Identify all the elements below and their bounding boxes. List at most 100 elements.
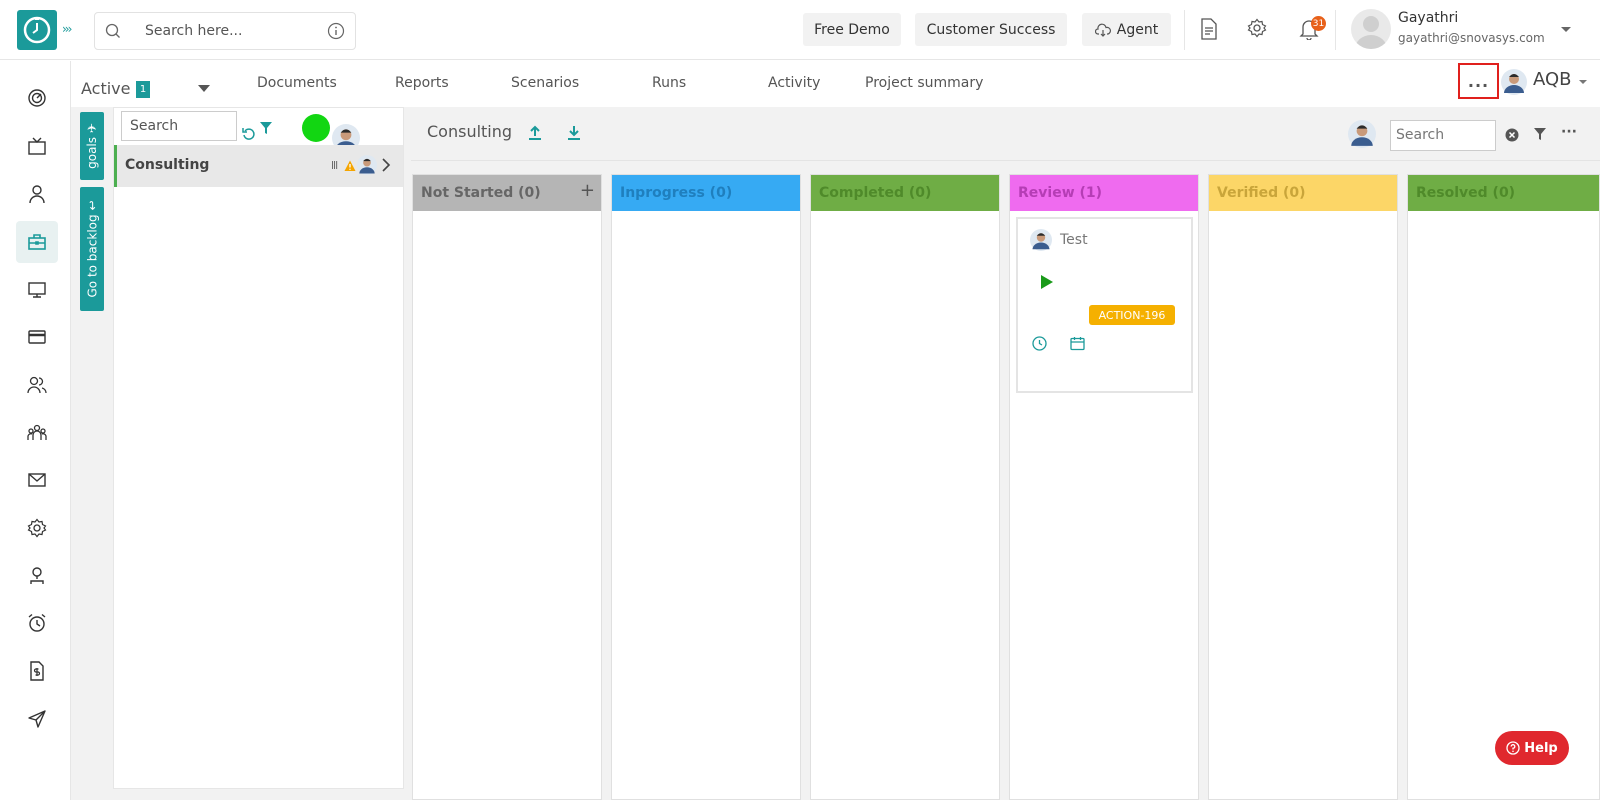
column-title: Not Started (0) <box>421 185 541 201</box>
divider <box>1184 10 1185 50</box>
user-menu-caret-icon[interactable] <box>1561 27 1571 32</box>
clock-icon[interactable] <box>1032 336 1047 355</box>
upload-icon[interactable] <box>527 125 543 145</box>
document-icon[interactable] <box>1199 18 1219 44</box>
nav-team[interactable] <box>16 412 58 454</box>
nav-invoice[interactable] <box>16 650 58 692</box>
monitor-icon <box>28 282 46 298</box>
nav-projects[interactable] <box>16 221 58 263</box>
column-header: Verified (0) <box>1209 175 1397 211</box>
tab-reports[interactable]: Reports <box>395 75 449 91</box>
more-options-button[interactable]: ... <box>1458 63 1499 99</box>
agent-button[interactable]: Agent <box>1082 13 1171 46</box>
goal-owner-avatar <box>357 155 377 179</box>
goal-row[interactable]: Consulting lll <box>114 145 403 187</box>
nav-users[interactable] <box>16 364 58 406</box>
column-title: Completed (0) <box>819 185 932 201</box>
nav-mail[interactable] <box>16 459 58 501</box>
calendar-icon[interactable] <box>1070 336 1085 355</box>
column-resolved: Resolved (0) <box>1407 174 1600 800</box>
goals-side-tab[interactable]: goals ✈ <box>80 112 104 180</box>
cloud-download-icon <box>1094 23 1111 37</box>
search-icon <box>105 23 121 43</box>
nav-tv[interactable] <box>16 125 58 167</box>
project-subnav: Active 1 Documents Reports Scenarios Run… <box>71 61 1600 107</box>
user-name: Gayathri <box>1398 10 1459 26</box>
nav-user[interactable] <box>16 173 58 215</box>
top-bar: ››› Search here... Free Demo Customer Su… <box>0 0 1600 60</box>
column-header: Inprogress (0) <box>612 175 800 211</box>
column-not-started: Not Started (0) + <box>412 174 602 800</box>
card-id-badge[interactable]: ACTION-196 <box>1089 305 1175 325</box>
nav-profile[interactable] <box>16 555 58 597</box>
column-completed: Completed (0) <box>810 174 1000 800</box>
goals-tab-label: goals <box>85 136 99 169</box>
status-dropdown-caret-icon[interactable] <box>198 85 210 92</box>
column-header: Resolved (0) <box>1408 175 1599 211</box>
customer-success-button[interactable]: Customer Success <box>915 13 1067 46</box>
tv-icon <box>28 137 46 155</box>
free-demo-button[interactable]: Free Demo <box>803 13 901 46</box>
board-filter-icon[interactable] <box>1533 126 1547 145</box>
tab-runs[interactable]: Runs <box>652 75 686 91</box>
app-logo[interactable] <box>17 10 57 50</box>
tab-activity[interactable]: Activity <box>768 75 820 91</box>
warning-icon <box>344 157 356 176</box>
help-button[interactable]: Help <box>1495 731 1569 765</box>
add-icon[interactable]: + <box>580 180 595 201</box>
column-title: Inprogress (0) <box>620 185 733 201</box>
nav-monitor[interactable] <box>16 269 58 311</box>
left-navigation <box>0 61 71 800</box>
invoice-icon <box>30 661 44 681</box>
board-user-avatar[interactable] <box>1348 120 1376 152</box>
backlog-side-tab[interactable]: Go to backlog ↩ <box>80 187 104 311</box>
chevron-right-icon[interactable] <box>381 157 391 176</box>
nav-settings[interactable] <box>16 507 58 549</box>
tab-documents[interactable]: Documents <box>257 75 337 91</box>
user-avatar[interactable] <box>1351 9 1391 49</box>
goal-name: Consulting <box>125 157 210 173</box>
expand-menu-icon[interactable]: ››› <box>62 22 73 36</box>
users-icon <box>27 376 47 394</box>
status-filter-label[interactable]: Active <box>81 79 131 98</box>
agent-label: Agent <box>1116 21 1159 38</box>
download-icon[interactable] <box>566 125 582 145</box>
project-avatar <box>1501 69 1527 99</box>
column-inprogress: Inprogress (0) <box>611 174 801 800</box>
divider <box>1335 10 1336 50</box>
board-more-icon[interactable]: ··· <box>1561 124 1577 140</box>
dashboard-icon <box>28 89 46 107</box>
global-search-input[interactable]: Search here... <box>94 12 356 50</box>
column-header: Not Started (0) + <box>413 175 601 211</box>
nav-payments[interactable] <box>16 316 58 358</box>
column-title: Review (1) <box>1018 185 1103 201</box>
board-search-input[interactable]: Search <box>1390 120 1496 151</box>
help-label: Help <box>1524 740 1558 756</box>
user-icon <box>29 185 45 204</box>
reset-icon[interactable] <box>242 126 256 145</box>
card-assignee-avatar <box>1030 229 1052 255</box>
filter-icon[interactable] <box>259 120 273 139</box>
project-dropdown-caret-icon[interactable] <box>1579 80 1587 84</box>
mail-icon <box>28 473 46 487</box>
nav-alarm[interactable] <box>16 602 58 644</box>
user-email: gayathri@snovasys.com <box>1398 31 1545 45</box>
question-icon <box>1506 741 1520 755</box>
tab-scenarios[interactable]: Scenarios <box>511 75 579 91</box>
goals-search-input[interactable]: Search <box>121 111 237 141</box>
clear-icon[interactable] <box>1505 127 1519 146</box>
profile-icon <box>30 567 44 584</box>
info-icon[interactable] <box>327 22 345 44</box>
nav-dashboard[interactable] <box>16 77 58 119</box>
task-card[interactable]: Test ACTION-196 <box>1016 217 1193 393</box>
project-code[interactable]: AQB <box>1533 69 1572 90</box>
board-title: Consulting <box>427 122 513 141</box>
status-count-badge: 1 <box>136 81 150 98</box>
settings-gear-icon[interactable] <box>1247 18 1267 42</box>
global-search-placeholder: Search here... <box>145 23 243 39</box>
nav-send[interactable] <box>16 698 58 740</box>
tab-project-summary[interactable]: Project summary <box>865 75 983 91</box>
play-icon[interactable] <box>1040 274 1054 294</box>
backlog-tab-label: Go to backlog <box>85 214 100 298</box>
card-icon <box>28 330 46 344</box>
